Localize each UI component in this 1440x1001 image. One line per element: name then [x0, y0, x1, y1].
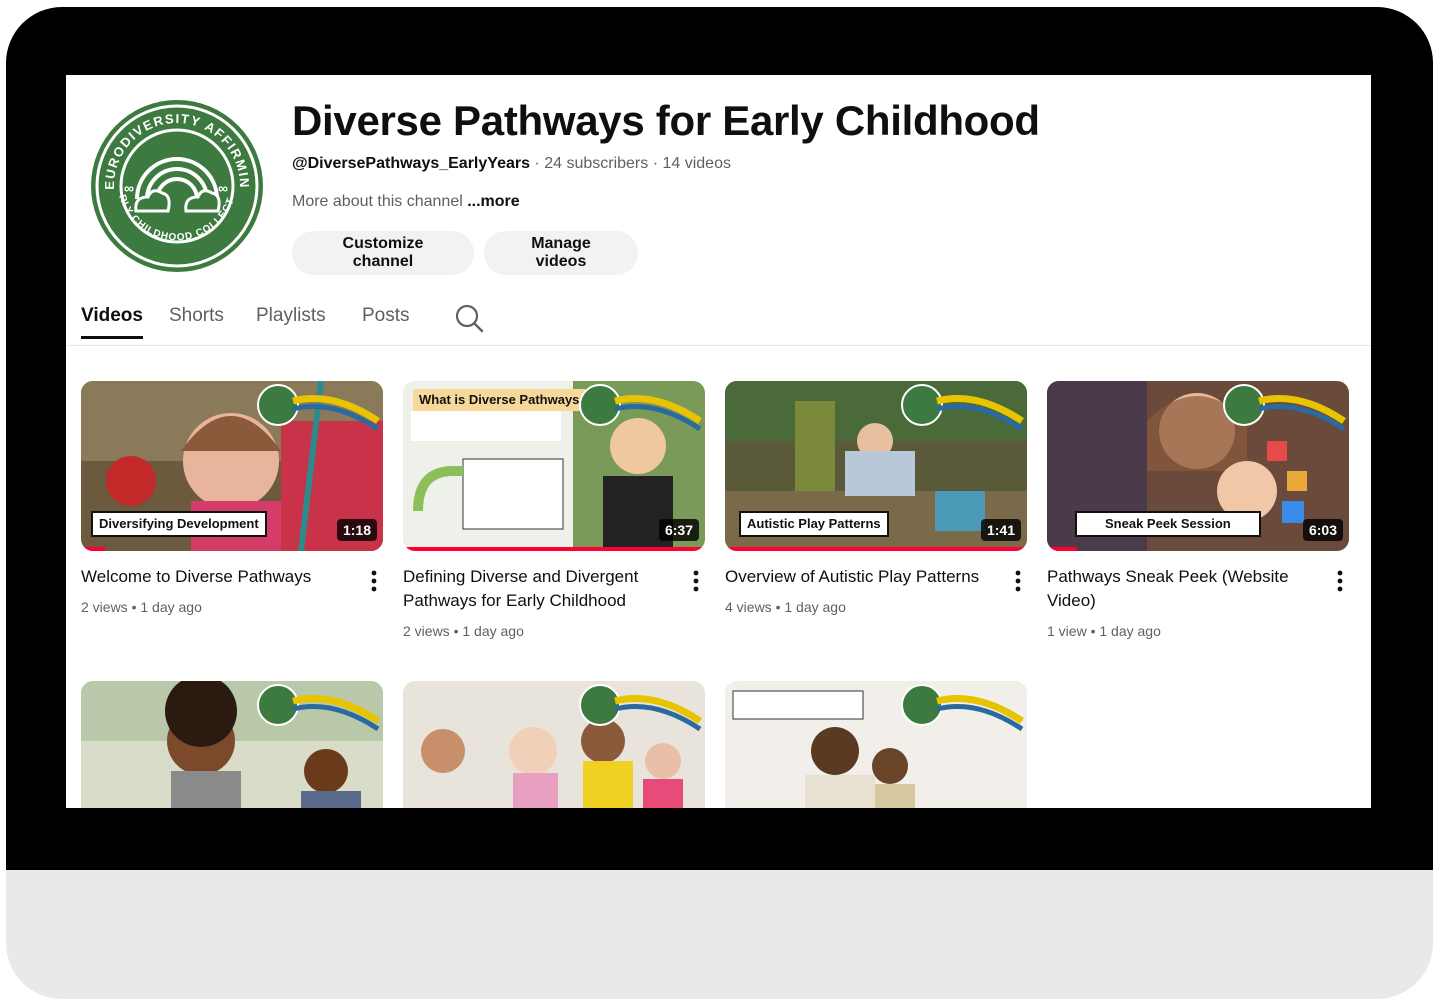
video-duration: 1:41: [980, 519, 1021, 541]
video-card[interactable]: [725, 681, 1027, 808]
more-vert-icon[interactable]: [1331, 569, 1349, 593]
channel-watermark-icon: [257, 684, 380, 732]
video-count: 14 videos: [662, 155, 731, 172]
channel-meta: @DiversePathways_EarlyYears · 24 subscri…: [292, 155, 731, 173]
meta-separator: ·: [648, 155, 663, 172]
video-meta: 2 views • 1 day ago: [403, 623, 524, 639]
rainbow-cloud-logo-icon: NEURODIVERSITY AFFIRMING EARLY CHILDHOOD…: [84, 87, 263, 272]
channel-watermark-icon: [579, 684, 702, 732]
video-thumbnail[interactable]: Autistic Play Patterns 1:41: [725, 381, 1027, 551]
channel-watermark-icon: [1223, 384, 1346, 432]
tab-playlists[interactable]: Playlists: [256, 305, 326, 339]
watch-progress-bar: [403, 547, 705, 551]
channel-avatar[interactable]: NEURODIVERSITY AFFIRMING EARLY CHILDHOOD…: [84, 87, 264, 273]
channel-watermark-icon: [257, 384, 380, 432]
video-card[interactable]: What is Diverse Pathways 6:37 Defining D…: [403, 381, 705, 639]
svg-text:∞: ∞: [218, 180, 228, 196]
tab-shorts[interactable]: Shorts: [169, 305, 224, 339]
thumbnail-banner: Diversifying Development: [91, 511, 267, 537]
channel-about[interactable]: More about this channel ...more: [292, 193, 520, 211]
channel-watermark-icon: [579, 384, 702, 432]
video-card[interactable]: [81, 681, 383, 808]
thumbnail-banner: Autistic Play Patterns: [739, 511, 889, 537]
video-card[interactable]: Diversifying Development 1:18 Welcome to…: [81, 381, 383, 615]
video-meta: 2 views • 1 day ago: [81, 599, 202, 615]
video-duration: 1:18: [336, 519, 377, 541]
more-vert-icon[interactable]: [365, 569, 383, 593]
search-icon[interactable]: [454, 303, 484, 333]
channel-watermark-icon: [901, 384, 1024, 432]
upload-age: 1 day ago: [140, 599, 202, 615]
about-text: More about this channel: [292, 193, 468, 210]
channel-watermark-icon: [901, 684, 1024, 732]
thumbnail-banner: What is Diverse Pathways: [413, 389, 586, 411]
video-thumbnail[interactable]: Diversifying Development 1:18: [81, 381, 383, 551]
manage-videos-button[interactable]: Manage videos: [484, 231, 638, 275]
upload-age: 1 day ago: [1099, 623, 1161, 639]
watch-progress-bar: [725, 547, 1027, 551]
video-thumbnail[interactable]: What is Diverse Pathways 6:37: [403, 381, 705, 551]
video-meta: 1 view • 1 day ago: [1047, 623, 1161, 639]
video-title[interactable]: Defining Diverse and Divergent Pathways …: [403, 565, 673, 613]
watch-progress-bar: [81, 547, 106, 551]
video-card[interactable]: [403, 681, 705, 808]
video-title[interactable]: Welcome to Diverse Pathways: [81, 565, 351, 589]
video-meta: 4 views • 1 day ago: [725, 599, 846, 615]
monitor-bezel: NEURODIVERSITY AFFIRMING EARLY CHILDHOOD…: [6, 7, 1433, 870]
meta-separator: ·: [529, 155, 545, 172]
about-more-link[interactable]: ...more: [467, 193, 519, 210]
view-count: 2 views: [81, 599, 128, 615]
video-title[interactable]: Pathways Sneak Peek (Website Video): [1047, 565, 1317, 613]
customize-channel-button[interactable]: Customize channel: [292, 231, 474, 275]
more-vert-icon[interactable]: [687, 569, 705, 593]
video-thumbnail[interactable]: Sneak Peek Session 6:03: [1047, 381, 1349, 551]
video-thumbnail[interactable]: [81, 681, 383, 808]
video-thumbnail[interactable]: [725, 681, 1027, 808]
video-duration: 6:03: [1302, 519, 1343, 541]
video-thumbnail[interactable]: [403, 681, 705, 808]
tab-videos[interactable]: Videos: [81, 305, 143, 339]
video-duration: 6:37: [658, 519, 699, 541]
youtube-channel-page: NEURODIVERSITY AFFIRMING EARLY CHILDHOOD…: [66, 75, 1371, 808]
svg-text:∞: ∞: [124, 180, 134, 196]
subscriber-count: 24 subscribers: [544, 155, 649, 172]
video-card[interactable]: Autistic Play Patterns 1:41 Overview of …: [725, 381, 1027, 615]
device-frame: NEURODIVERSITY AFFIRMING EARLY CHILDHOOD…: [6, 7, 1433, 999]
view-count: 1 view: [1047, 623, 1087, 639]
more-vert-icon[interactable]: [1009, 569, 1027, 593]
upload-age: 1 day ago: [784, 599, 846, 615]
video-title[interactable]: Overview of Autistic Play Patterns: [725, 565, 995, 589]
tab-posts[interactable]: Posts: [362, 305, 410, 339]
view-count: 4 views: [725, 599, 772, 615]
video-card[interactable]: Sneak Peek Session 6:03 Pathways Sneak P…: [1047, 381, 1349, 639]
watch-progress-bar: [1047, 547, 1078, 551]
upload-age: 1 day ago: [462, 623, 524, 639]
channel-tabs: Videos Shorts Playlists Posts: [66, 297, 1371, 346]
channel-title: Diverse Pathways for Early Childhood: [292, 97, 1040, 144]
thumbnail-banner: Sneak Peek Session: [1075, 511, 1261, 537]
channel-handle: @DiversePathways_EarlyYears: [292, 155, 530, 172]
view-count: 2 views: [403, 623, 450, 639]
